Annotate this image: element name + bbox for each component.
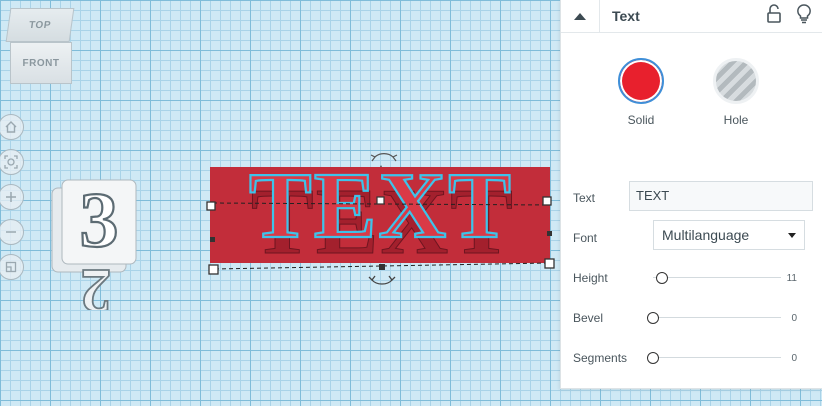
solid-hole-selector: Solid Hole xyxy=(561,58,822,138)
zoom-out-icon[interactable] xyxy=(0,219,24,245)
bevel-label: Bevel xyxy=(573,311,604,325)
zoom-in-icon[interactable] xyxy=(0,184,24,210)
panel-header: Text xyxy=(561,0,822,33)
perspective-icon[interactable] xyxy=(0,254,24,280)
bevel-slider[interactable] xyxy=(647,312,781,324)
resize-handle-bottom-mid[interactable] xyxy=(379,264,385,270)
hole-label: Hole xyxy=(723,113,749,127)
chevron-up-icon xyxy=(574,13,586,20)
view-cube-top-label: TOP xyxy=(28,19,52,31)
two-glyph: 2 xyxy=(81,256,112,310)
resize-handle-bottom-right[interactable] xyxy=(544,258,555,269)
text-shape-face: TEXT xyxy=(249,154,513,258)
fit-view-icon[interactable] xyxy=(0,149,24,175)
hole-option[interactable]: Hole xyxy=(701,58,771,127)
solid-label: Solid xyxy=(627,113,655,127)
font-select-value: Multilanguage xyxy=(662,227,750,243)
resize-handle-top-mid[interactable] xyxy=(376,196,385,205)
chevron-down-icon xyxy=(788,232,796,238)
resize-handle-left-mid[interactable] xyxy=(210,237,215,242)
rotate-handle-bottom[interactable] xyxy=(371,279,393,285)
segments-label: Segments xyxy=(573,351,628,365)
height-value: 11 xyxy=(786,273,797,284)
shape-inspector-panel: Text Solid Hole Text TEXT Font Multilang… xyxy=(560,0,822,389)
text-shape[interactable]: TEXT TEXT xyxy=(205,145,565,295)
height-slider[interactable] xyxy=(653,272,781,284)
three-glyph: 3 xyxy=(80,176,119,263)
height-slider-thumb[interactable] xyxy=(656,272,668,284)
view-cube-front-label: FRONT xyxy=(22,57,60,69)
panel-title: Text xyxy=(612,8,640,24)
view-controls xyxy=(0,114,26,289)
resize-handle-right-mid[interactable] xyxy=(547,231,552,236)
font-select[interactable]: Multilanguage xyxy=(653,220,805,250)
resize-handle-bottom-left[interactable] xyxy=(208,264,219,275)
hole-swatch[interactable] xyxy=(713,58,759,104)
resize-handle-top-left[interactable] xyxy=(206,201,216,211)
text-label: Text xyxy=(573,191,596,205)
view-cube[interactable]: TOP FRONT xyxy=(5,8,75,84)
segments-slider-thumb[interactable] xyxy=(647,352,659,364)
resize-handle-top-right[interactable] xyxy=(542,196,552,206)
segments-slider[interactable] xyxy=(647,352,781,364)
font-label: Font xyxy=(573,231,598,245)
segments-value: 0 xyxy=(791,353,797,364)
collapse-panel-button[interactable] xyxy=(561,0,600,32)
number-shape[interactable]: 3 2 xyxy=(46,170,156,310)
text-input[interactable]: TEXT xyxy=(629,181,813,211)
bevel-slider-thumb[interactable] xyxy=(647,312,659,324)
bevel-value: 0 xyxy=(791,313,797,324)
view-cube-top[interactable]: TOP xyxy=(5,8,75,42)
solid-option[interactable]: Solid xyxy=(606,58,676,127)
lightbulb-icon[interactable] xyxy=(795,3,813,25)
solid-color-swatch[interactable] xyxy=(618,58,664,104)
height-label: Height xyxy=(573,271,608,285)
lock-icon[interactable] xyxy=(765,3,783,25)
view-cube-front[interactable]: FRONT xyxy=(10,42,72,84)
home-icon[interactable] xyxy=(0,114,24,140)
